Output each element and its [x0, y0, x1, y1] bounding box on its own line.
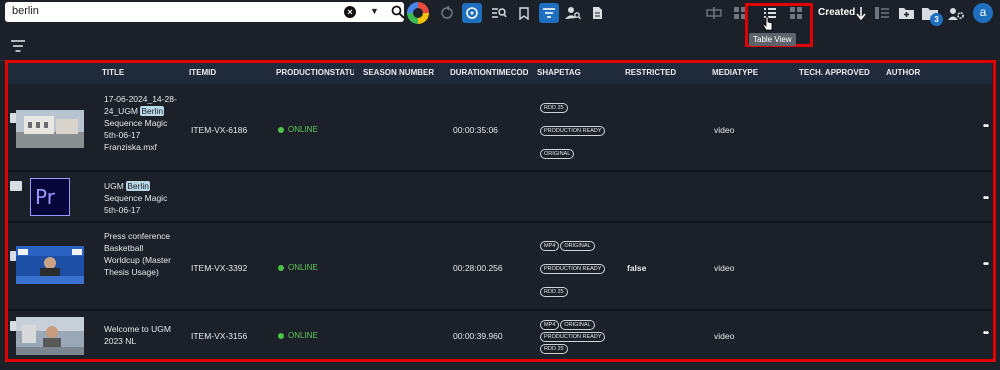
bookmark-icon[interactable]: [514, 3, 534, 23]
columns-icon[interactable]: [872, 3, 892, 23]
add-folder-icon[interactable]: [896, 3, 916, 23]
filter-icon[interactable]: [539, 3, 559, 23]
split-icon[interactable]: [704, 3, 724, 23]
clear-icon[interactable]: ×: [344, 6, 356, 18]
user-settings-icon[interactable]: [946, 3, 966, 23]
user-avatar[interactable]: a: [973, 3, 993, 23]
highlight-box-table: [5, 60, 996, 362]
sort-down-icon[interactable]: [851, 3, 871, 23]
search-list-icon[interactable]: [489, 3, 509, 23]
dropdown-icon[interactable]: ▼: [370, 6, 379, 16]
tooltip: Table View: [749, 33, 796, 46]
filter-toggle-icon[interactable]: [11, 40, 25, 52]
refresh-icon[interactable]: [437, 3, 457, 23]
top-toolbar: berlin × ▼ Created 3 a: [0, 0, 1000, 26]
user-group-avatar[interactable]: [407, 2, 429, 24]
user-search-icon[interactable]: [563, 3, 583, 23]
folder-count-badge: 3: [930, 13, 943, 26]
cursor-icon: [763, 17, 773, 31]
search-input[interactable]: berlin: [12, 5, 39, 17]
sync-icon[interactable]: [462, 3, 482, 23]
sort-label[interactable]: Created: [818, 7, 855, 18]
search-box[interactable]: berlin × ▼: [5, 2, 405, 22]
search-icon[interactable]: [391, 5, 405, 19]
document-icon[interactable]: [587, 3, 607, 23]
